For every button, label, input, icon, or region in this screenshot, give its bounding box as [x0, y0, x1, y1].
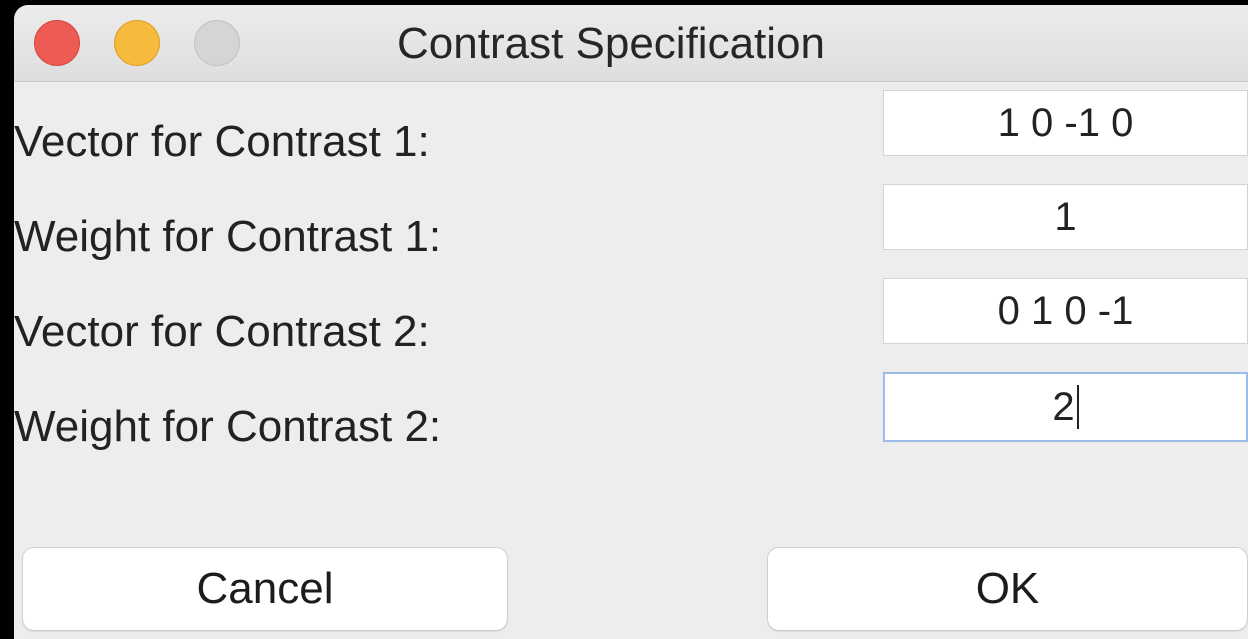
- vector-contrast-1-label: Vector for Contrast 1:: [14, 117, 430, 166]
- window-title: Contrast Specification: [397, 19, 825, 68]
- weight-contrast-2-input[interactable]: 2: [883, 372, 1248, 442]
- text-caret-icon: [1076, 385, 1079, 429]
- cancel-button[interactable]: Cancel: [22, 547, 508, 631]
- weight-contrast-1-input[interactable]: 1: [883, 184, 1248, 250]
- cancel-button-label: Cancel: [196, 564, 334, 613]
- ok-button-label: OK: [975, 564, 1040, 613]
- title-bar: Contrast Specification: [14, 5, 1248, 82]
- vector-contrast-1-input[interactable]: 1 0 -1 0: [883, 90, 1248, 156]
- vector-contrast-1-value: 1 0 -1 0: [997, 100, 1134, 145]
- weight-contrast-2-value: 2: [1052, 384, 1075, 429]
- vector-contrast-2-value: 0 1 0 -1: [997, 288, 1134, 333]
- vector-contrast-2-label: Vector for Contrast 2:: [14, 307, 430, 356]
- dialog-content: Vector for Contrast 1: 1 0 -1 0 Weight f…: [14, 82, 1248, 639]
- ok-button[interactable]: OK: [767, 547, 1248, 631]
- weight-contrast-1-value: 1: [1054, 194, 1077, 239]
- vector-contrast-2-input[interactable]: 0 1 0 -1: [883, 278, 1248, 344]
- contrast-specification-window: Contrast Specification Vector for Contra…: [0, 0, 1248, 639]
- weight-contrast-1-label: Weight for Contrast 1:: [14, 212, 442, 261]
- weight-contrast-2-label: Weight for Contrast 2:: [14, 402, 442, 451]
